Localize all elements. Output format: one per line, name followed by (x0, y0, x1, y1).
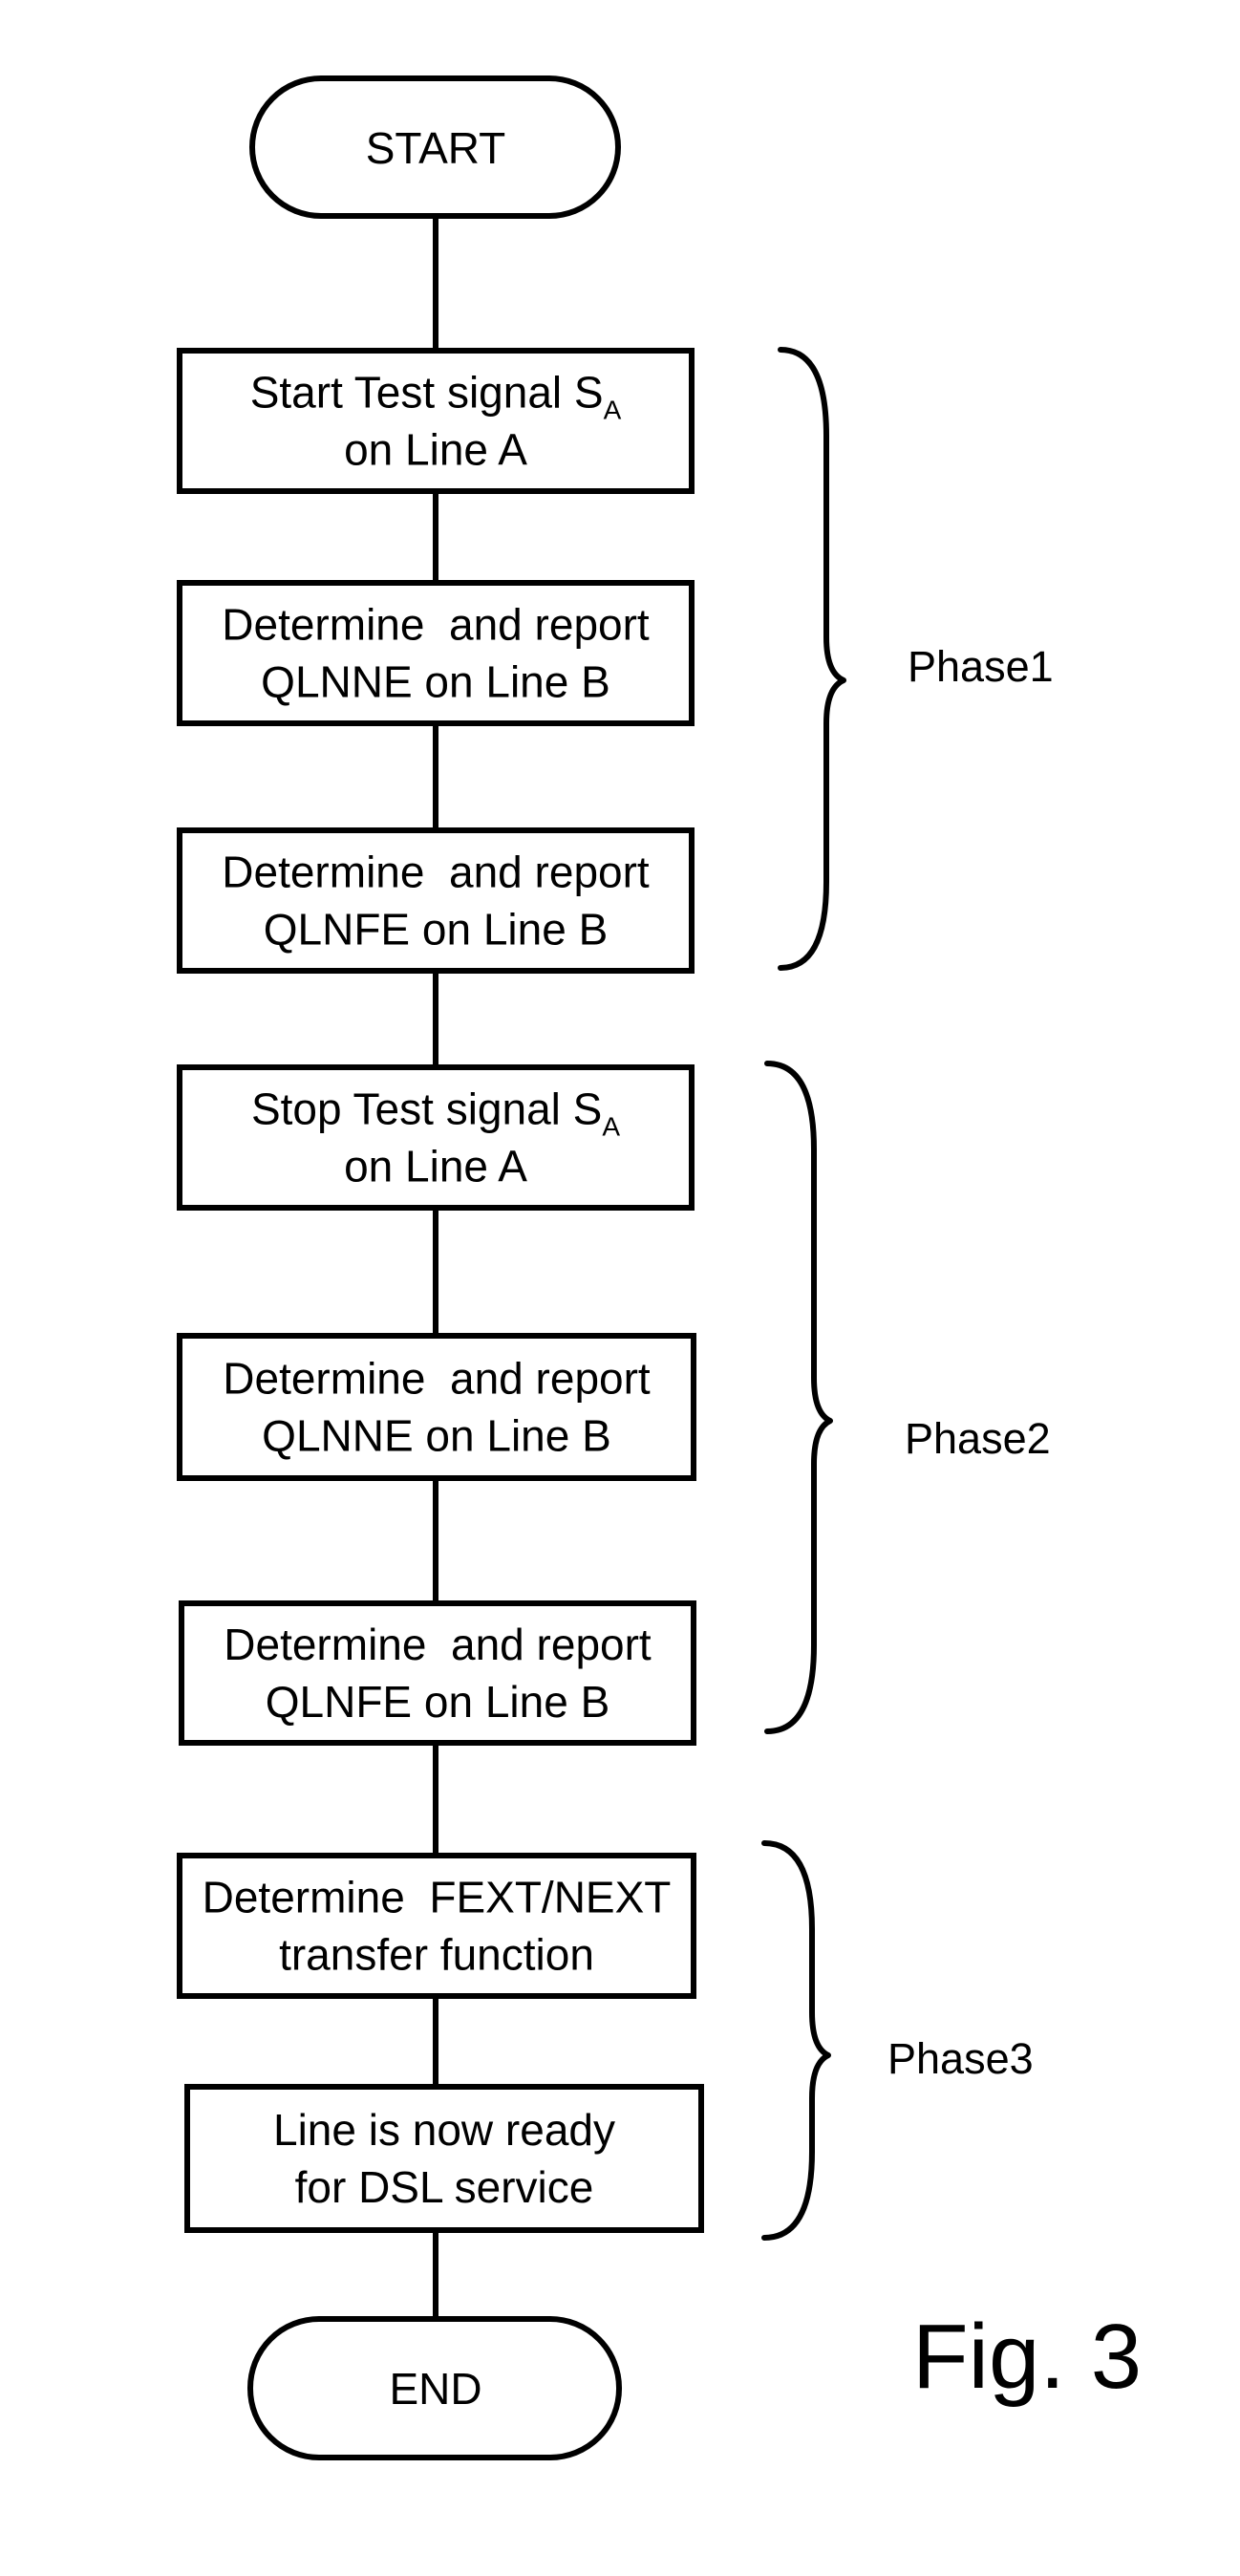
step-text-line: on Line A (344, 425, 527, 475)
step-report-qlnfe-1: Determine and report QLNFE on Line B (177, 827, 695, 974)
step-text-line: QLNNE on Line B (261, 657, 610, 707)
step-text: Determine and report (222, 848, 650, 897)
step-text: on Line A (344, 425, 527, 475)
step-text: Determine and report (222, 600, 650, 650)
phase-label: Phase1 (908, 642, 1054, 691)
flowchart-canvas: START Start Test signal SAon Line ADeter… (177, 75, 1142, 2460)
step-text-line: Determine and report (222, 848, 650, 897)
step-report-qlnne-2: Determine and report QLNNE on Line B (177, 1333, 696, 1481)
step-text-line: transfer function (279, 1930, 594, 1980)
step-text: for DSL service (295, 2162, 594, 2212)
process-steps: Start Test signal SAon Line ADetermine a… (177, 348, 704, 2233)
phase-group-3: Phase3 (761, 1840, 1034, 2241)
phase-label: Phase3 (887, 2034, 1034, 2083)
step-text: QLNNE on Line B (261, 657, 610, 707)
step-text-line: Stop Test signal SA (251, 1084, 620, 1142)
step-report-qlnfe-2: Determine and report QLNFE on Line B (179, 1600, 696, 1746)
subscript: A (604, 396, 622, 425)
step-text-line: Line is now ready (273, 2105, 615, 2155)
step-text: transfer function (279, 1930, 594, 1980)
step-text: Stop Test signal S (251, 1084, 602, 1134)
end-terminator: END (247, 2316, 622, 2460)
step-stop-test-signal: Stop Test signal SAon Line A (177, 1064, 695, 1211)
curly-brace-icon (778, 347, 846, 971)
step-text: on Line A (344, 1142, 527, 1191)
step-text: Determine and report (223, 1354, 651, 1404)
figure-label: Fig. 3 (912, 2306, 1142, 2408)
step-text: QLNNE on Line B (262, 1411, 611, 1461)
step-text: Line is now ready (273, 2105, 615, 2155)
step-start-test-signal: Start Test signal SAon Line A (177, 348, 695, 494)
step-text-line: Determine FEXT/NEXT (203, 1873, 672, 1922)
phase-label: Phase2 (905, 1414, 1051, 1463)
step-text-line: Determine and report (223, 1354, 651, 1404)
curly-brace-icon (761, 1840, 831, 2241)
curly-brace-icon (764, 1061, 833, 1734)
step-text-line: on Line A (344, 1142, 527, 1191)
phase-group-1: Phase1 (778, 347, 1054, 971)
step-text: QLNFE on Line B (264, 905, 609, 955)
step-text-line: QLNFE on Line B (264, 905, 609, 955)
end-label: END (389, 2364, 481, 2414)
step-text-line: Start Test signal SA (250, 368, 622, 425)
subscript: A (602, 1112, 620, 1142)
step-determine-transfer-function: Determine FEXT/NEXT transfer function (177, 1853, 696, 1999)
start-terminator: START (249, 75, 621, 219)
phase-group-2: Phase2 (764, 1061, 1051, 1734)
start-label: START (366, 123, 506, 173)
step-text-line: QLNFE on Line B (266, 1677, 610, 1727)
step-text: QLNFE on Line B (266, 1677, 610, 1727)
step-text-line: Determine and report (222, 600, 650, 650)
step-text: Determine and report (224, 1620, 652, 1669)
phase-groups: Phase1 Phase2 Phase3 (761, 347, 1054, 2241)
step-text: Start Test signal S (250, 368, 604, 418)
step-text: Determine FEXT/NEXT (203, 1873, 672, 1922)
step-text-line: Determine and report (224, 1620, 652, 1669)
step-line-ready: Line is now ready for DSL service (184, 2084, 704, 2233)
step-text-line: for DSL service (295, 2162, 594, 2212)
step-report-qlnne-1: Determine and report QLNNE on Line B (177, 580, 695, 726)
step-text-line: QLNNE on Line B (262, 1411, 611, 1461)
